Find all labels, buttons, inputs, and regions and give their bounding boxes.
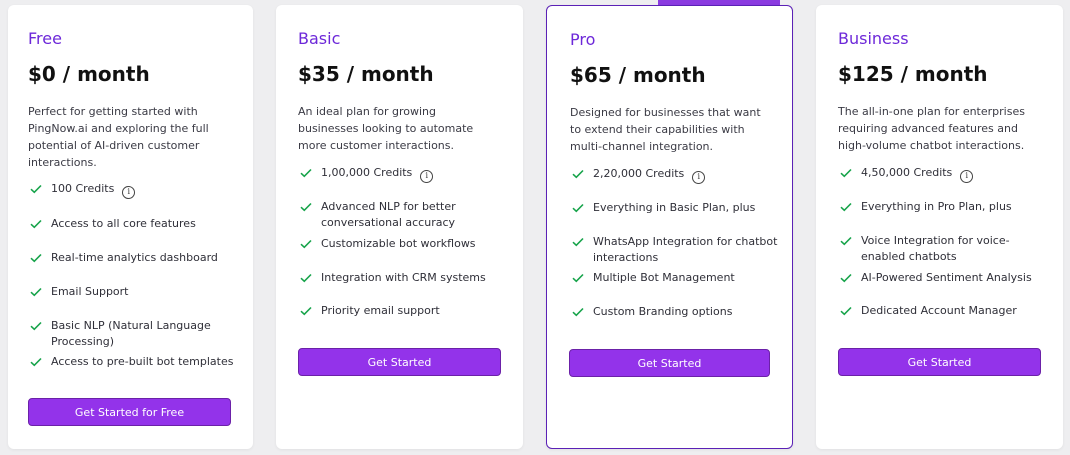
feature-text: 100 Credits (51, 182, 115, 195)
get-started-basic-button[interactable]: Get Started (298, 348, 501, 376)
plan-description: Designed for businesses that want to ext… (570, 106, 761, 153)
feature-item: Real-time analytics dashboard (30, 250, 240, 266)
plan-name: Free (28, 29, 62, 48)
check-icon (840, 165, 852, 181)
feature-item: 100 Credits i (30, 181, 240, 199)
check-icon (300, 236, 312, 252)
feature-text: AI-Powered Sentiment Analysis (861, 271, 1032, 284)
info-icon[interactable]: i (420, 169, 434, 183)
feature-item: 2,20,000 Credits i (572, 166, 782, 184)
plan-description: The all-in-one plan for enterprises requ… (838, 105, 1025, 152)
plan-price: $65 / month (570, 63, 706, 87)
get-started-business-button[interactable]: Get Started (838, 348, 1041, 376)
feature-text: WhatsApp Integration for chatbot interac… (593, 235, 778, 264)
feature-item: AI-Powered Sentiment Analysis (840, 270, 1050, 286)
feature-item: 4,50,000 Credits i (840, 165, 1050, 183)
feature-item: Everything in Pro Plan, plus (840, 199, 1050, 215)
feature-item: Dedicated Account Manager (840, 303, 1050, 319)
feature-item: Access to all core features (30, 216, 240, 232)
feature-text: Access to all core features (51, 217, 196, 230)
feature-item: Basic NLP (Natural Language Processing) (30, 318, 215, 350)
feature-text: Multiple Bot Management (593, 271, 735, 284)
check-icon (572, 200, 584, 216)
feature-text: Integration with CRM systems (321, 271, 486, 284)
feature-text: Customizable bot workflows (321, 237, 476, 250)
feature-item: 1,00,000 Credits i (300, 165, 510, 183)
check-icon (30, 354, 42, 370)
feature-text: Dedicated Account Manager (861, 304, 1017, 317)
check-icon (300, 303, 312, 319)
feature-text: 2,20,000 Credits (593, 167, 685, 180)
plan-name: Pro (570, 30, 596, 49)
check-icon (30, 318, 42, 334)
check-icon (572, 270, 584, 286)
check-icon (300, 270, 312, 286)
plan-description: Perfect for getting started with PingNow… (28, 105, 209, 169)
feature-item: Advanced NLP for better conversational a… (300, 199, 480, 231)
feature-item: WhatsApp Integration for chatbot interac… (572, 234, 784, 266)
plan-name: Basic (298, 29, 341, 48)
get-started-free-button[interactable]: Get Started for Free (28, 398, 231, 426)
check-icon (840, 199, 852, 215)
feature-item: Custom Branding options (572, 304, 782, 320)
plan-price: $0 / month (28, 62, 150, 86)
feature-item: Multiple Bot Management (572, 270, 782, 286)
feature-text: Everything in Pro Plan, plus (861, 200, 1012, 213)
feature-text: Basic NLP (Natural Language Processing) (51, 319, 211, 348)
check-icon (840, 270, 852, 286)
check-icon (30, 216, 42, 232)
feature-item: Voice Integration for voice-enabled chat… (840, 233, 1050, 265)
feature-text: Priority email support (321, 304, 440, 317)
check-icon (840, 303, 852, 319)
feature-item: Everything in Basic Plan, plus (572, 200, 782, 216)
plan-description: An ideal plan for growing businesses loo… (298, 105, 474, 152)
check-icon (30, 284, 42, 300)
plan-price: $35 / month (298, 62, 434, 86)
check-icon (840, 233, 852, 249)
check-icon (30, 181, 42, 197)
feature-text: Real-time analytics dashboard (51, 251, 218, 264)
feature-text: Voice Integration for voice-enabled chat… (861, 234, 1010, 263)
check-icon (572, 234, 584, 250)
check-icon (30, 250, 42, 266)
feature-text: 1,00,000 Credits (321, 166, 413, 179)
feature-text: Everything in Basic Plan, plus (593, 201, 756, 214)
plan-name: Business (838, 29, 909, 48)
feature-text: Custom Branding options (593, 305, 733, 318)
feature-item: Customizable bot workflows (300, 236, 510, 252)
check-icon (572, 166, 584, 182)
feature-item: Email Support (30, 284, 240, 300)
info-icon[interactable]: i (122, 185, 136, 199)
feature-item: Access to pre-built bot templates (30, 354, 245, 370)
plan-price: $125 / month (838, 62, 988, 86)
check-icon (572, 304, 584, 320)
feature-text: Advanced NLP for better conversational a… (321, 200, 456, 229)
get-started-pro-button[interactable]: Get Started (569, 349, 770, 377)
feature-item: Priority email support (300, 303, 510, 319)
check-icon (300, 165, 312, 181)
info-icon[interactable]: i (692, 170, 706, 184)
feature-text: Access to pre-built bot templates (51, 355, 234, 368)
feature-item: Integration with CRM systems (300, 270, 510, 286)
feature-text: Email Support (51, 285, 129, 298)
feature-text: 4,50,000 Credits (861, 166, 953, 179)
info-icon[interactable]: i (960, 169, 974, 183)
check-icon (300, 199, 312, 215)
